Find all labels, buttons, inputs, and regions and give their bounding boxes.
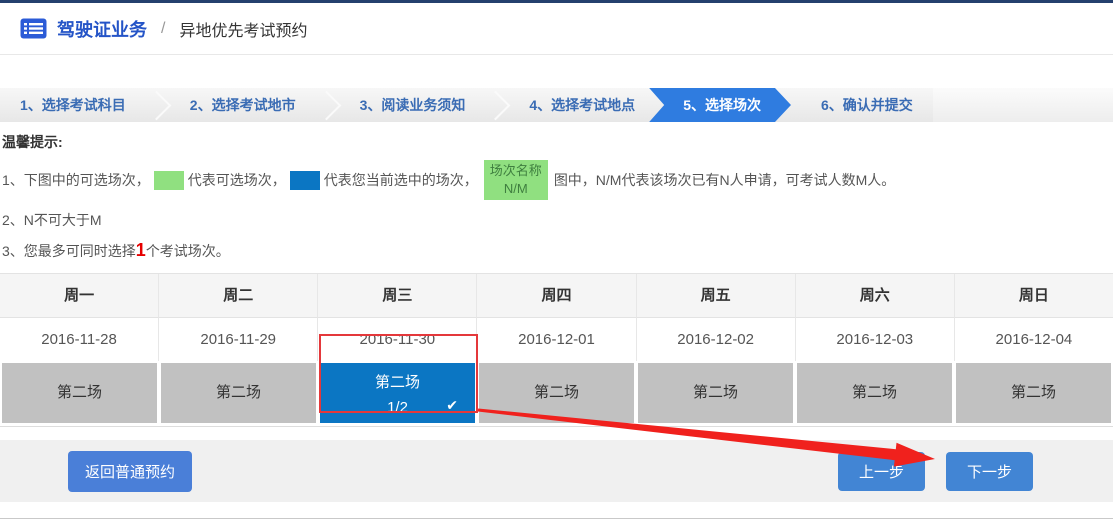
session-cell-sunday[interactable]: 第二场 [956, 363, 1111, 423]
date-cell: 2016-11-30 [318, 318, 477, 361]
step-3-tab[interactable]: 3、阅读业务须知 [340, 88, 486, 122]
step-1-tab[interactable]: 1、选择考试科目 [0, 88, 146, 122]
session-row: 第二场 第二场 第二场 1/2 ✔ 第二场 第二场 第二场 第二场 [0, 361, 1113, 427]
step-4-tab[interactable]: 4、选择考试地点 [509, 88, 655, 122]
weekday-header: 周三 [318, 274, 477, 318]
selected-color-swatch [290, 171, 320, 190]
return-normal-booking-button[interactable]: 返回普通预约 [68, 451, 192, 492]
tip1-text-a: 1、下图中的可选场次， [2, 170, 150, 190]
selected-session-count: 1/2 [387, 399, 408, 416]
date-cell: 2016-11-29 [159, 318, 318, 361]
breadcrumb-separator: / [161, 20, 165, 38]
exam-booking-page: 驾驶证业务 / 异地优先考试预约 1、选择考试科目 2、选择考试地市 3、阅读业… [0, 0, 1113, 519]
session-cell-saturday[interactable]: 第二场 [797, 363, 952, 423]
available-color-swatch [154, 171, 184, 190]
page-header: 驾驶证业务 / 异地优先考试预约 [0, 3, 1113, 55]
chevron-separator-icon [146, 88, 170, 122]
check-icon: ✔ [446, 397, 458, 414]
tips-title: 温馨提示: [2, 132, 1113, 152]
date-cell: 2016-11-28 [0, 318, 159, 361]
tip3-text-a: 3、您最多可同时选择 [2, 243, 136, 259]
tip-line-1: 1、下图中的可选场次， 代表可选场次， 代表您当前选中的场次， 场次名称 N/M… [2, 160, 1113, 200]
date-cell: 2016-12-03 [796, 318, 955, 361]
weekday-header: 周日 [955, 274, 1113, 318]
step-bar-filler [933, 88, 1113, 122]
tips-section: 温馨提示: 1、下图中的可选场次， 代表可选场次， 代表您当前选中的场次， 场次… [0, 122, 1113, 261]
session-cell-thursday[interactable]: 第二场 [479, 363, 634, 423]
step-5-tab-active[interactable]: 5、选择场次 [649, 88, 791, 122]
date-cell: 2016-12-04 [955, 318, 1113, 361]
step-2-tab[interactable]: 2、选择考试地市 [170, 88, 316, 122]
session-cell-wednesday-selected[interactable]: 第二场 1/2 ✔ [320, 363, 475, 423]
badge-ratio: N/M [504, 180, 528, 198]
tip1-text-c: 代表您当前选中的场次， [324, 170, 478, 190]
selected-session-label: 第二场 [375, 371, 420, 392]
date-row: 2016-11-28 2016-11-29 2016-11-30 2016-12… [0, 318, 1113, 361]
session-cell-monday[interactable]: 第二场 [2, 363, 157, 423]
chevron-separator-icon [316, 88, 340, 122]
breadcrumb-root[interactable]: 驾驶证业务 [57, 16, 147, 42]
session-schedule-table: 周一 周二 周三 周四 周五 周六 周日 2016-11-28 2016-11-… [0, 273, 1113, 427]
weekday-header: 周四 [477, 274, 636, 318]
session-cell-friday[interactable]: 第二场 [638, 363, 793, 423]
max-select-count: 1 [136, 240, 146, 260]
tip-line-2: 2、N不可大于M [2, 210, 1113, 230]
badge-session-name: 场次名称 [490, 162, 542, 180]
session-badge-example: 场次名称 N/M [484, 160, 548, 200]
session-cell-tuesday[interactable]: 第二场 [161, 363, 316, 423]
weekday-header: 周一 [0, 274, 159, 318]
date-cell: 2016-12-01 [477, 318, 636, 361]
chevron-separator-icon [485, 88, 509, 122]
tip1-text-d: 图中，N/M代表该场次已有N人申请，可考试人数M人。 [554, 170, 895, 190]
footer-action-bar: 返回普通预约 上一步 下一步 [0, 440, 1113, 502]
previous-step-button[interactable]: 上一步 [838, 452, 925, 491]
step-6-tab[interactable]: 6、确认并提交 [791, 88, 933, 122]
list-icon [20, 18, 47, 39]
weekday-header: 周六 [796, 274, 955, 318]
date-cell: 2016-12-02 [637, 318, 796, 361]
step-buttons-group: 上一步 下一步 [838, 452, 1033, 491]
tip-line-3: 3、您最多可同时选择1个考试场次。 [2, 240, 1113, 261]
tip1-text-b: 代表可选场次， [188, 170, 286, 190]
step-progress-bar: 1、选择考试科目 2、选择考试地市 3、阅读业务须知 4、选择考试地点 5、选择… [0, 88, 1113, 122]
weekday-header: 周五 [637, 274, 796, 318]
next-step-button[interactable]: 下一步 [946, 452, 1033, 491]
page-title: 异地优先考试预约 [179, 17, 307, 41]
weekday-header: 周二 [159, 274, 318, 318]
weekday-header-row: 周一 周二 周三 周四 周五 周六 周日 [0, 274, 1113, 318]
tip3-text-b: 个考试场次。 [146, 243, 230, 259]
